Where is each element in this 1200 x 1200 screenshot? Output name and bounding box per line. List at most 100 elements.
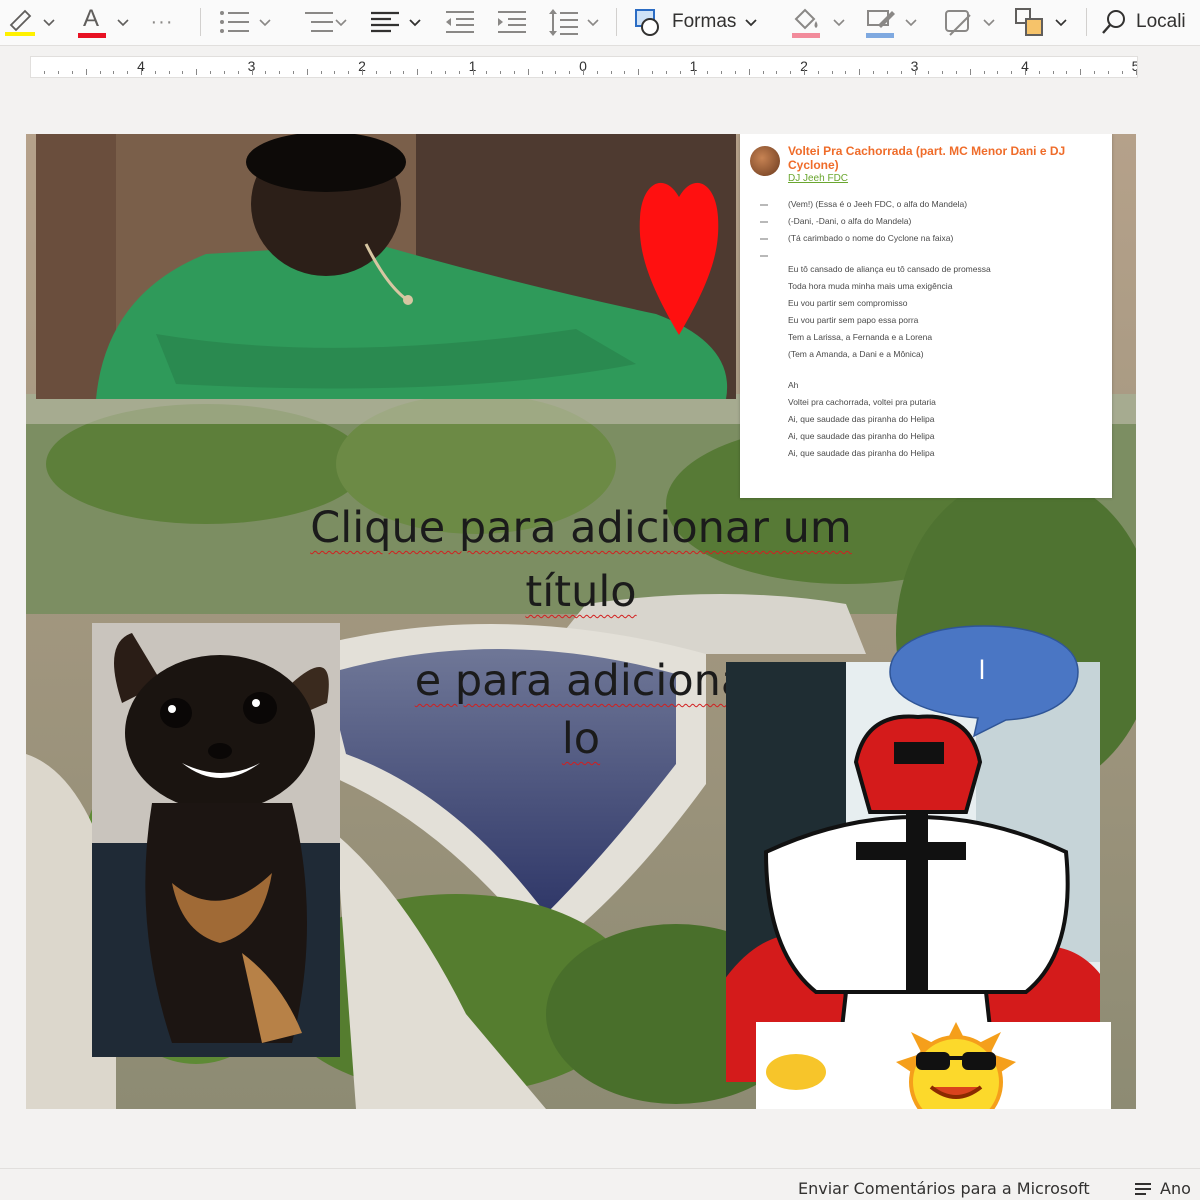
ruler-tick (375, 71, 377, 74)
ruler-tick (693, 69, 695, 75)
chevron-down-icon[interactable] (832, 0, 846, 44)
ruler-tick (928, 71, 930, 74)
chevron-down-icon[interactable] (408, 0, 422, 44)
ruler-tick (1135, 69, 1137, 75)
search-icon (1102, 10, 1125, 34)
chevron-down-icon[interactable] (1054, 0, 1068, 44)
shape-outline-button[interactable] (858, 0, 902, 44)
numbered-list-icon (305, 12, 333, 32)
ruler-tick (583, 69, 584, 75)
lyric-gap (788, 247, 1100, 261)
ruler-tick (210, 71, 212, 74)
ruler-tick (914, 69, 916, 75)
arrange-icon (1015, 8, 1043, 36)
chevron-down-icon[interactable] (334, 0, 348, 44)
ribbon-toolbar: A ··· Formas Locali (0, 0, 1200, 46)
ruler-tick (748, 69, 750, 75)
ruler-tick (113, 71, 115, 74)
notes-button[interactable]: Ano (1134, 1179, 1191, 1198)
lyric-line: Eu tô cansado de aliança eu tô cansado d… (788, 264, 991, 274)
chevron-down-icon[interactable] (982, 0, 996, 44)
lyric-line: Tem a Larissa, a Fernanda e a Lorena (788, 332, 933, 342)
speech-bubble-text[interactable]: l (962, 656, 1002, 686)
lyric-line: Ai, que saudade das piranha do Helipa (788, 448, 935, 458)
ruler-tick (596, 71, 598, 74)
ruler-tick (237, 71, 239, 74)
chevron-down-icon[interactable] (116, 0, 130, 44)
ruler-tick (721, 71, 723, 74)
ruler-tick (306, 69, 308, 75)
ruler-tick (292, 71, 294, 74)
ruler-tick (845, 71, 847, 74)
ruler-tick (942, 71, 944, 74)
arrange-button[interactable] (1008, 0, 1052, 44)
lyric-line: Ai, que saudade das piranha do Helipa (788, 414, 935, 424)
font-color-icon: A (76, 5, 108, 39)
notes-icon (1135, 1182, 1151, 1195)
slide-canvas[interactable]: Voltei Pra Cachorrada (part. MC Menor Da… (26, 134, 1136, 1109)
align-left-icon (371, 11, 399, 33)
lyric-line: Ai, que saudade das piranha do Helipa (788, 431, 935, 441)
ruler-tick (389, 71, 391, 74)
ruler-tick (734, 71, 736, 74)
shape-fill-button[interactable] (784, 0, 828, 44)
chevron-down-icon[interactable] (586, 0, 600, 44)
ruler-tick (541, 71, 543, 74)
shape-effects-button[interactable] (936, 0, 980, 44)
lyric-line: Eu vou partir sem papo essa porra (788, 315, 919, 325)
find-button[interactable]: Locali (1100, 0, 1200, 44)
ruler-tick (859, 69, 861, 75)
ruler-tick (58, 71, 60, 74)
ruler-tick (127, 71, 129, 74)
ruler-tick (348, 71, 350, 74)
ruler-tick (265, 71, 267, 74)
paint-bucket-icon (792, 8, 820, 38)
ruler-tick (472, 69, 474, 75)
chevron-down-icon[interactable] (42, 0, 56, 44)
lyric-line: Voltei pra cachorrada, voltei pra putari… (788, 397, 936, 407)
more-options-button[interactable]: ··· (142, 0, 182, 44)
feedback-link[interactable]: Enviar Comentários para a Microsoft (798, 1179, 1090, 1198)
ruler-tick (196, 69, 198, 75)
highlighter-icon (5, 9, 35, 36)
title-line-2: título (525, 567, 637, 617)
bullet-list-icon (220, 11, 249, 33)
line-spacing-button[interactable] (542, 0, 584, 44)
artist-avatar (750, 146, 780, 176)
ruler-tick (223, 71, 225, 74)
ruler-tick (362, 69, 363, 75)
ruler-tick (790, 71, 792, 74)
chevron-down-icon[interactable] (258, 0, 272, 44)
lyrics-body: (Vem!) (Essa é o Jeeh FDC, o alfa do Man… (788, 196, 1100, 462)
ruler-tick (707, 71, 709, 74)
lyric-line: (Vem!) (Essa é o Jeeh FDC, o alfa do Man… (788, 199, 968, 209)
ruler-tick (85, 69, 87, 75)
lyric-line: (Tá carimbado o nome do Cyclone na faixa… (788, 233, 954, 243)
more-options-icon: ··· (150, 11, 174, 33)
ruler-tick (334, 71, 336, 74)
ruler-tick (486, 71, 488, 74)
font-color-button[interactable]: A (72, 0, 112, 44)
ruler-tick (44, 71, 46, 74)
highlighter-button[interactable] (0, 0, 40, 44)
toolbar-separator (1086, 8, 1087, 36)
title-placeholder[interactable]: Clique para adicionar um título (186, 496, 976, 624)
ruler-tick (279, 71, 281, 74)
lyric-line: Eu vou partir sem compromisso (788, 298, 908, 308)
notes-label: Ano (1160, 1179, 1191, 1198)
shapes-button[interactable]: Formas (630, 0, 774, 44)
toolbar-separator (200, 8, 201, 36)
chevron-down-icon[interactable] (904, 0, 918, 44)
heart-shape[interactable] (636, 169, 722, 339)
decrease-indent-button[interactable] (438, 0, 480, 44)
ruler-tick (1121, 71, 1123, 74)
bullets-button[interactable] (212, 0, 256, 44)
horizontal-ruler[interactable]: 4321012345 (30, 56, 1138, 78)
shapes-icon (635, 9, 659, 36)
ruler-tick (320, 71, 322, 74)
align-button[interactable] (362, 0, 406, 44)
increase-indent-button[interactable] (490, 0, 532, 44)
ruler-tick (873, 71, 875, 74)
shapes-label: Formas (672, 11, 737, 32)
ruler-tick (762, 71, 764, 74)
